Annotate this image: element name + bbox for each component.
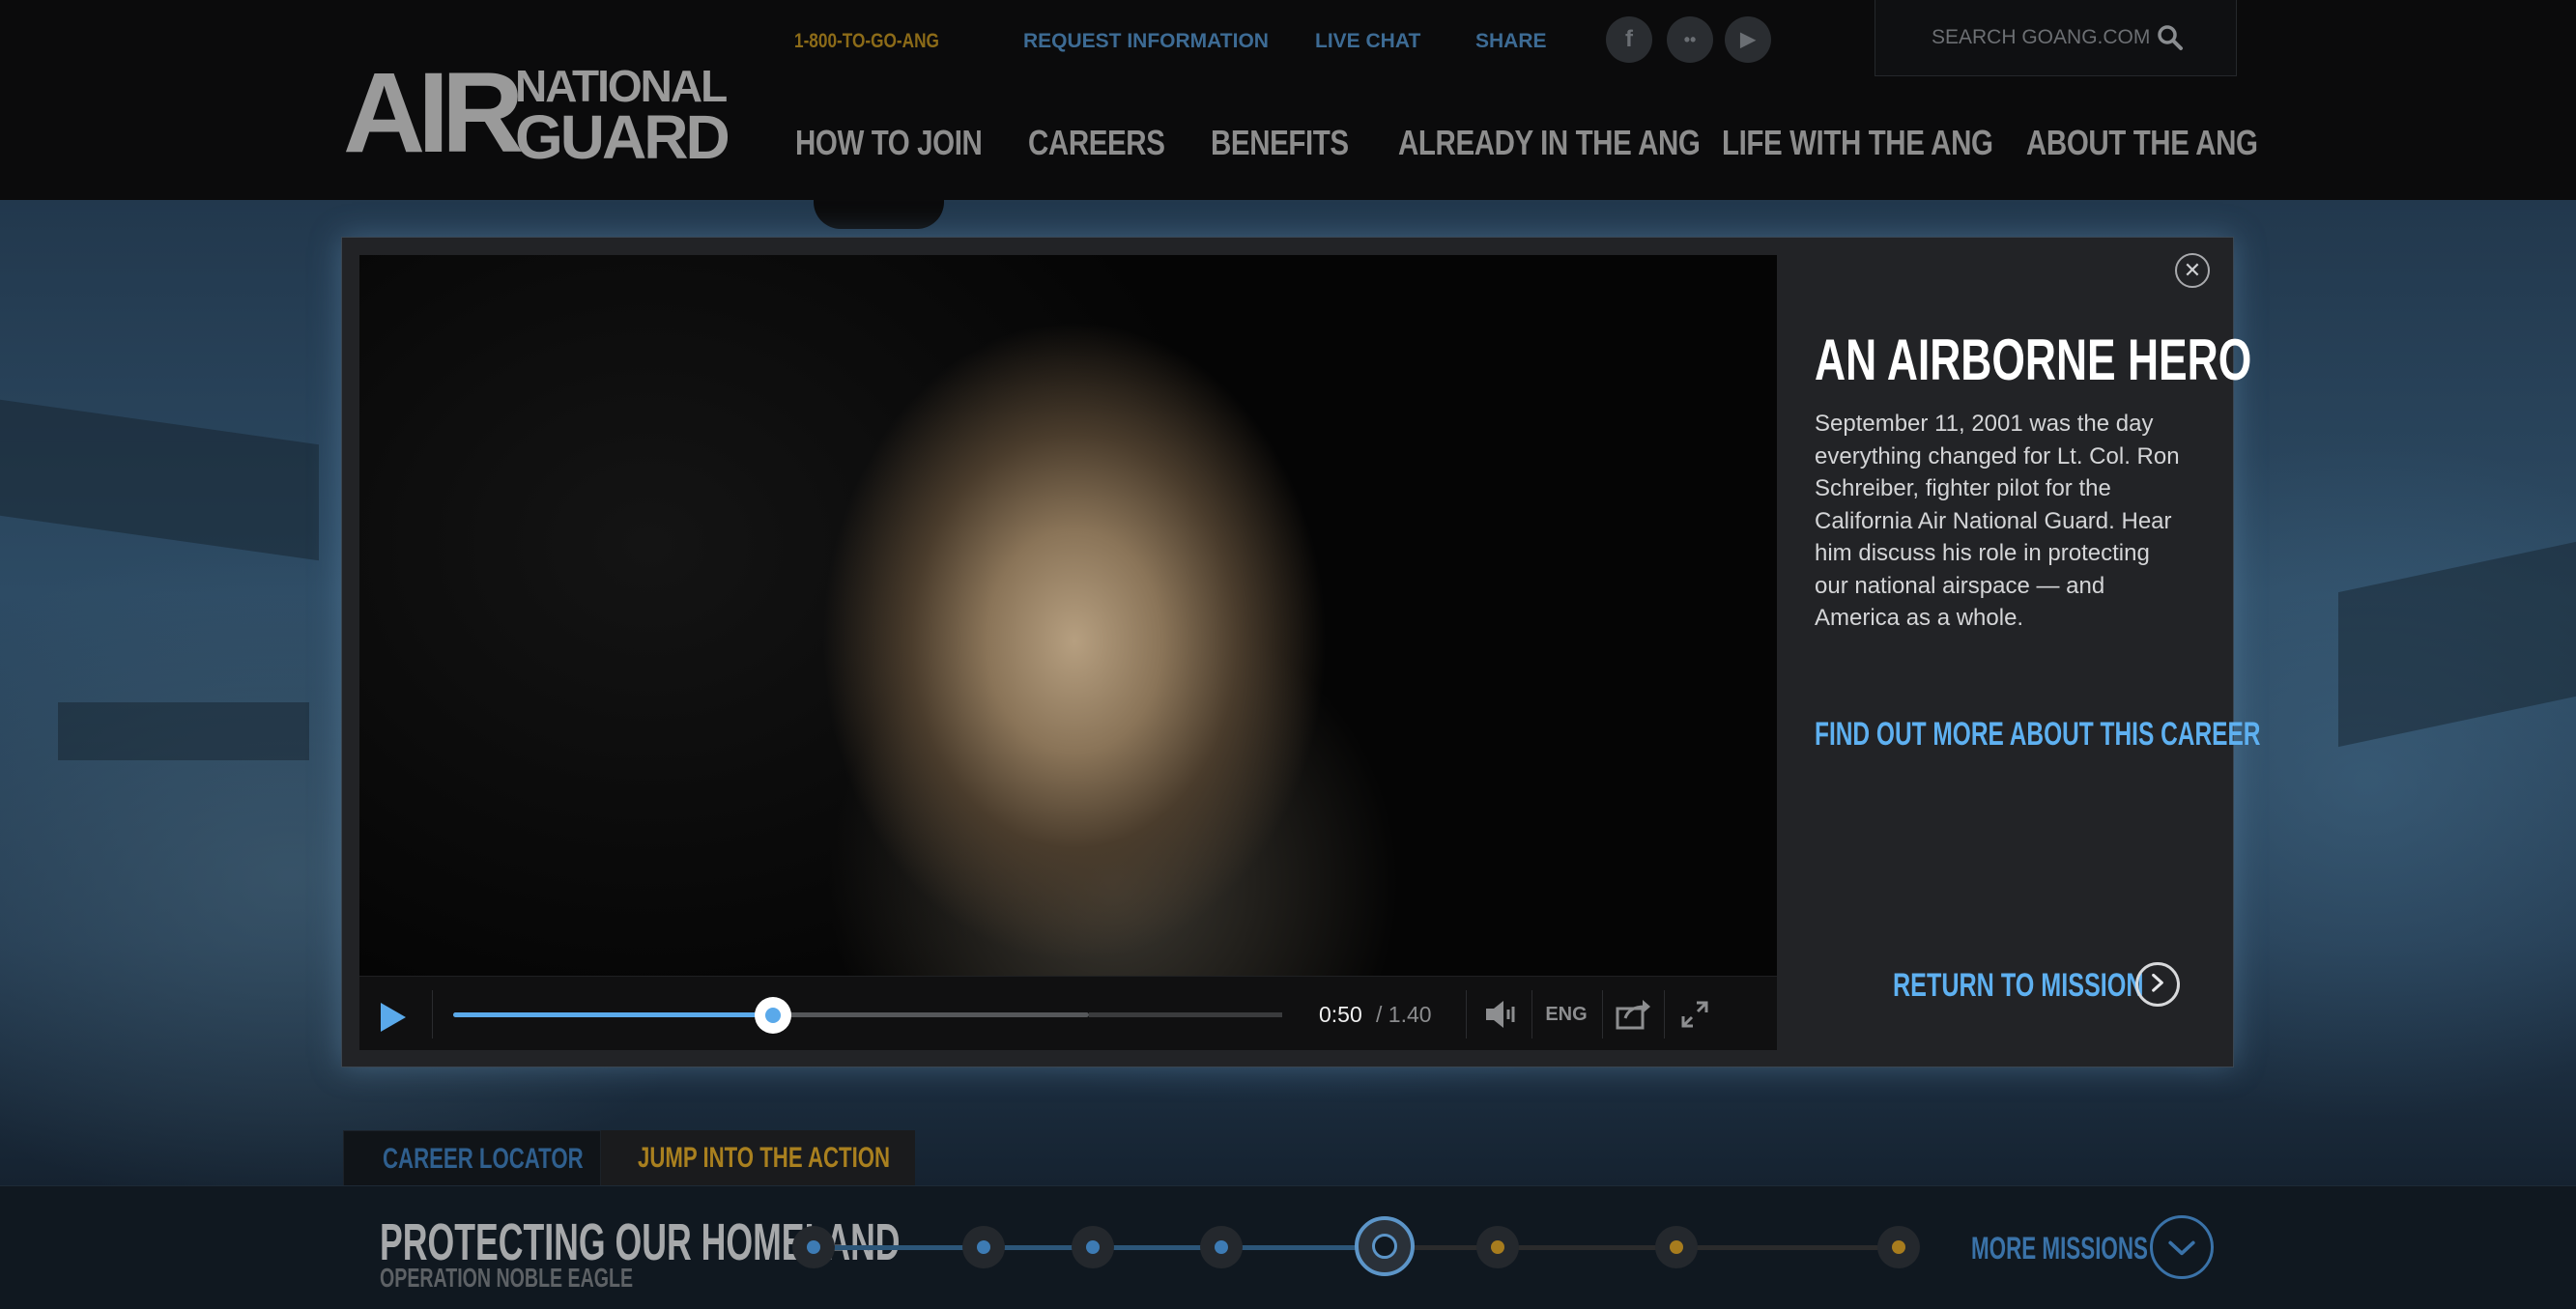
control-divider <box>1466 990 1467 1039</box>
nav-label: HOW TO JOIN <box>795 123 983 162</box>
find-out-more-link[interactable]: FIND OUT MORE ABOUT THIS CAREER <box>1815 713 2434 755</box>
nav-benefits[interactable]: BENEFITS <box>1211 114 1379 172</box>
tab-label: JUMP INTO THE ACTION <box>638 1142 979 1175</box>
timeline-dot[interactable] <box>1877 1226 1920 1268</box>
modal-title-text: AN AIRBORNE HERO <box>1815 327 2252 392</box>
nav-label: BENEFITS <box>1211 123 1349 162</box>
nav-label: ABOUT THE ANG <box>2026 123 2258 162</box>
site-header: AIR NATIONAL GUARD 1-800-TO-GO-ANG REQUE… <box>0 0 2576 200</box>
request-information-link[interactable]: REQUEST INFORMATION <box>1023 27 1269 56</box>
phone-link[interactable]: 1-800-TO-GO-ANG <box>794 27 971 56</box>
tab-career-locator-label: CAREER LOCATOR <box>383 1143 584 1175</box>
chevron-right-icon[interactable] <box>2135 962 2180 1007</box>
more-missions-label: MORE MISSIONS <box>1971 1231 2148 1266</box>
video-player[interactable]: 0:50 / 1.40 ENG <box>359 255 1777 1050</box>
facebook-icon[interactable]: f <box>1606 16 1652 63</box>
search-label: SEARCH GOANG.COM <box>1932 26 2151 48</box>
progress-buffer <box>1089 1012 1282 1017</box>
progress-handle[interactable] <box>755 997 791 1034</box>
current-time: 0:50 <box>1319 1002 1362 1027</box>
fullscreen-icon[interactable] <box>1675 995 1714 1034</box>
progress-bar[interactable] <box>453 997 1089 1034</box>
timeline-dot[interactable] <box>1355 1216 1415 1276</box>
site-search[interactable]: SEARCH GOANG.COM <box>1875 0 2237 76</box>
language-button[interactable]: ENG <box>1540 995 1592 1034</box>
timeline-dot[interactable] <box>792 1226 835 1268</box>
tab-jump-label: JUMP INTO THE ACTION <box>638 1142 891 1174</box>
share-link[interactable]: SHARE <box>1475 27 1547 56</box>
phone-label: 1-800-TO-GO-ANG <box>794 30 939 52</box>
mission-subtitle-text: OPERATION NOBLE EAGLE <box>380 1263 634 1293</box>
modal-description: September 11, 2001 was the day everythin… <box>1815 411 2180 631</box>
nav-active-indicator <box>814 200 944 229</box>
video-frame[interactable] <box>359 255 1777 976</box>
aircraft-silhouette-left <box>0 399 319 561</box>
video-modal: 0:50 / 1.40 ENG ✕ AN AIRBORNE HERO Septe… <box>341 237 2260 1067</box>
progress-fill <box>453 1012 773 1017</box>
find-out-more-label: FIND OUT MORE ABOUT THIS CAREER <box>1815 716 2261 753</box>
youtube-icon[interactable]: ▶ <box>1725 16 1771 63</box>
aircraft-silhouette-left-lower <box>58 702 309 760</box>
control-divider <box>1664 990 1665 1039</box>
return-to-mission-label: RETURN TO MISSION <box>1893 967 2144 1004</box>
timeline-dot[interactable] <box>1476 1226 1519 1268</box>
timeline-segment <box>1498 1245 1676 1250</box>
nav-label: CAREERS <box>1028 123 1165 162</box>
volume-icon[interactable] <box>1478 995 1521 1034</box>
air-national-guard-logo[interactable]: AIR NATIONAL GUARD <box>343 49 730 177</box>
timeline-dot[interactable] <box>1072 1226 1114 1268</box>
control-divider <box>1531 990 1532 1039</box>
mission-bar: PROTECTING OUR HOMELAND OPERATION NOBLE … <box>0 1185 2576 1309</box>
tab-jump-into-the-action[interactable]: JUMP INTO THE ACTION <box>601 1130 915 1185</box>
nav-how-to-join[interactable]: HOW TO JOIN <box>795 114 1023 172</box>
search-icon[interactable] <box>2156 23 2185 52</box>
player-controls: 0:50 / 1.40 ENG <box>359 976 1777 1050</box>
play-icon[interactable] <box>381 1003 406 1032</box>
mission-title: PROTECTING OUR HOMELAND <box>380 1215 1168 1269</box>
timeline-segment <box>814 1245 984 1250</box>
nav-already-in-the-ang[interactable]: ALREADY IN THE ANG <box>1398 114 1766 172</box>
control-divider <box>432 990 433 1039</box>
live-chat-link[interactable]: LIVE CHAT <box>1315 27 1420 56</box>
nav-label: ALREADY IN THE ANG <box>1398 123 1701 162</box>
logo-air-text: AIR <box>343 49 524 177</box>
nav-label: LIFE WITH THE ANG <box>1722 123 1993 162</box>
nav-careers[interactable]: CAREERS <box>1028 114 1195 172</box>
flickr-icon[interactable]: •• <box>1667 16 1713 63</box>
timeline-dot[interactable] <box>962 1226 1005 1268</box>
timeline-dot[interactable] <box>1655 1226 1698 1268</box>
control-divider <box>1602 990 1603 1039</box>
nav-life-with-the-ang[interactable]: LIFE WITH THE ANG <box>1722 114 2052 172</box>
timeline-dot[interactable] <box>1200 1226 1243 1268</box>
chevron-down-icon[interactable] <box>2150 1215 2214 1279</box>
logo-guard-text: GUARD <box>515 102 730 172</box>
nav-about-the-ang[interactable]: ABOUT THE ANG <box>2026 114 2308 172</box>
mission-subtitle: OPERATION NOBLE EAGLE <box>380 1264 741 1293</box>
modal-title: AN AIRBORNE HERO <box>1815 327 2405 394</box>
close-icon[interactable]: ✕ <box>2175 253 2210 288</box>
share-icon[interactable] <box>1612 995 1654 1034</box>
return-to-mission-link[interactable]: RETURN TO MISSION <box>1893 964 2232 1007</box>
timeline-segment <box>1676 1245 1899 1250</box>
total-time: / 1.40 <box>1376 1002 1432 1027</box>
tab-career-locator[interactable]: CAREER LOCATOR <box>343 1130 601 1187</box>
